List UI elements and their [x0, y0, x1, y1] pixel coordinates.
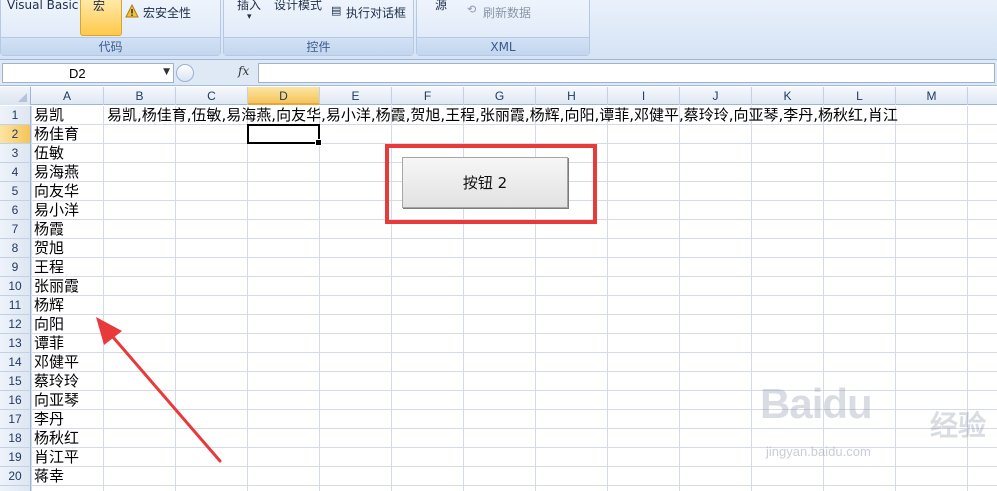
- cell-a19[interactable]: 肖江平: [34, 448, 79, 467]
- cell-a9[interactable]: 王程: [34, 258, 64, 277]
- row-header[interactable]: 4: [0, 163, 31, 182]
- cell-a18[interactable]: 杨秋红: [34, 429, 79, 448]
- row-header[interactable]: 7: [0, 220, 31, 239]
- row-header[interactable]: 6: [0, 201, 31, 220]
- row-header[interactable]: 20: [0, 467, 31, 486]
- macro-button-label: 宏: [93, 0, 106, 13]
- row-header[interactable]: 3: [0, 144, 31, 163]
- cell-a7[interactable]: 杨霞: [34, 220, 64, 239]
- insert-dropdown-icon[interactable]: ▾: [247, 12, 252, 22]
- row-header[interactable]: 15: [0, 372, 31, 391]
- ribbon-group-code: Visual Basic 宏 宏安全性 代码: [0, 0, 221, 56]
- cell-a13[interactable]: 谭菲: [34, 334, 64, 353]
- macro-button[interactable]: 宏: [80, 0, 122, 36]
- cell-b1[interactable]: 易凯,杨佳育,伍敏,易海燕,向友华,易小洋,杨霞,贺旭,王程,张丽霞,杨辉,向阳…: [107, 106, 898, 125]
- watermark-url: jingyan.baidu.com: [766, 444, 871, 459]
- column-header-k[interactable]: K: [752, 87, 824, 105]
- macro-security-button[interactable]: 宏安全性: [143, 4, 191, 21]
- column-header-d[interactable]: D: [248, 87, 320, 105]
- row-header[interactable]: 8: [0, 239, 31, 258]
- formula-input[interactable]: [258, 63, 995, 83]
- dialog-icon: ▤: [331, 4, 342, 17]
- ribbon: Visual Basic 宏 宏安全性 代码 插入 ▾ 设计模式 ▤ 执行对话框…: [0, 0, 997, 60]
- row-header[interactable]: 16: [0, 391, 31, 410]
- baidu-watermark: Baidu 经验 jingyan.baidu.com: [760, 380, 995, 490]
- column-header-partial[interactable]: [968, 87, 997, 105]
- column-header-l[interactable]: L: [824, 87, 896, 105]
- row-header[interactable]: 12: [0, 315, 31, 334]
- cell-a10[interactable]: 张丽霞: [34, 277, 79, 296]
- column-header-f[interactable]: F: [392, 87, 464, 105]
- run-dialog-button[interactable]: 执行对话框: [346, 4, 406, 21]
- cell-a15[interactable]: 蔡玲玲: [34, 372, 79, 391]
- row-header[interactable]: 17: [0, 410, 31, 429]
- cell-a1[interactable]: 易凯: [34, 106, 64, 125]
- cell-a2[interactable]: 杨佳育: [34, 125, 79, 144]
- column-header-e[interactable]: E: [320, 87, 392, 105]
- warning-icon: [125, 4, 139, 18]
- expand-handle-icon[interactable]: [176, 64, 194, 82]
- ribbon-group-title: XML: [417, 37, 589, 55]
- name-box-value: D2: [69, 66, 86, 81]
- ribbon-group-title: 控件: [224, 37, 413, 55]
- row-header[interactable]: 14: [0, 353, 31, 372]
- active-cell-d2[interactable]: [247, 124, 322, 146]
- chevron-down-icon[interactable]: ▼: [163, 67, 170, 77]
- cell-a4[interactable]: 易海燕: [34, 163, 79, 182]
- column-header-a[interactable]: A: [31, 87, 104, 105]
- row-header[interactable]: 1: [0, 106, 31, 125]
- watermark-brand-cn: 经验: [930, 409, 987, 442]
- design-mode-button[interactable]: 设计模式: [274, 0, 322, 13]
- column-header-b[interactable]: B: [104, 87, 176, 105]
- cell-a17[interactable]: 李丹: [34, 410, 64, 429]
- row-header[interactable]: 9: [0, 258, 31, 277]
- row-header[interactable]: 5: [0, 182, 31, 201]
- row-header[interactable]: 18: [0, 429, 31, 448]
- cell-a14[interactable]: 邓健平: [34, 353, 79, 372]
- column-header-m[interactable]: M: [896, 87, 968, 105]
- cell-a6[interactable]: 易小洋: [34, 201, 79, 220]
- ribbon-group-xml: 源 ⟲ 刷新数据 XML: [416, 0, 590, 56]
- cell-a5[interactable]: 向友华: [34, 182, 79, 201]
- watermark-brand: Baidu: [760, 380, 873, 427]
- row-header[interactable]: 13: [0, 334, 31, 353]
- column-header-h[interactable]: H: [536, 87, 608, 105]
- column-header-i[interactable]: I: [608, 87, 680, 105]
- insert-function-button[interactable]: fx: [238, 64, 249, 78]
- cell-a11[interactable]: 杨辉: [34, 296, 64, 315]
- column-header-g[interactable]: G: [464, 87, 536, 105]
- source-button[interactable]: 源: [435, 0, 447, 13]
- cell-a3[interactable]: 伍敏: [34, 144, 64, 163]
- cell-a20[interactable]: 蒋幸: [34, 467, 64, 486]
- formula-bar: D2 ▼ fx: [0, 60, 997, 86]
- refresh-data-button[interactable]: 刷新数据: [483, 4, 531, 21]
- row-header[interactable]: 11: [0, 296, 31, 315]
- row-header[interactable]: 10: [0, 277, 31, 296]
- cell-a12[interactable]: 向阳: [34, 315, 64, 334]
- ribbon-group-title: 代码: [1, 37, 220, 55]
- column-header-j[interactable]: J: [680, 87, 752, 105]
- select-all-button[interactable]: [0, 87, 31, 105]
- annotation-arrow-icon: [96, 317, 222, 463]
- row-header[interactable]: [0, 486, 31, 491]
- visual-basic-button[interactable]: Visual Basic: [7, 0, 78, 12]
- ribbon-group-controls: 插入 ▾ 设计模式 ▤ 执行对话框 控件: [223, 0, 414, 56]
- row-header[interactable]: 19: [0, 448, 31, 467]
- refresh-icon: ⟲: [467, 3, 477, 16]
- column-header-row: A B C D E F G H I J K L M: [0, 87, 997, 105]
- cell-a16[interactable]: 向亚琴: [34, 391, 79, 410]
- function-area: fx: [176, 63, 256, 83]
- name-box[interactable]: D2 ▼: [2, 63, 174, 83]
- form-button-2[interactable]: 按钮 2: [402, 157, 568, 208]
- column-header-c[interactable]: C: [176, 87, 248, 105]
- cell-a8[interactable]: 贺旭: [34, 239, 64, 258]
- row-header[interactable]: 2: [0, 125, 31, 144]
